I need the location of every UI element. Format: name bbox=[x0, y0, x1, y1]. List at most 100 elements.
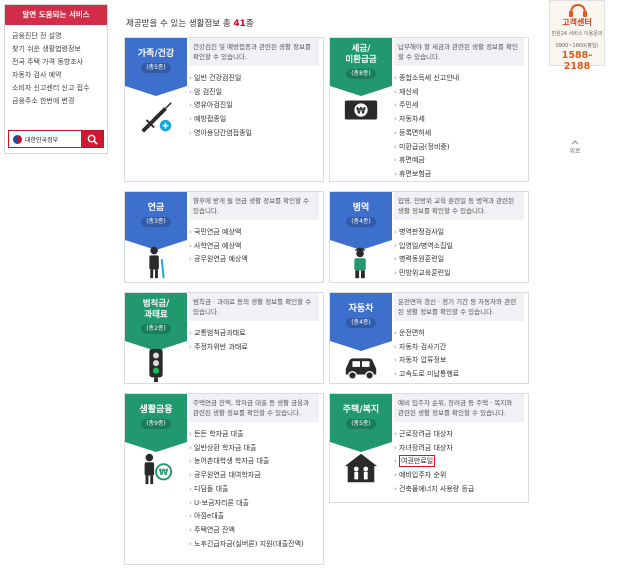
category-item-link[interactable]: 일반 건강검진일 bbox=[189, 72, 319, 86]
useful-service-link[interactable]: 자동차 검사 예약 bbox=[12, 69, 107, 82]
category-item-link[interactable]: 공무원연금 대여학자금 bbox=[189, 469, 319, 483]
category-item-link[interactable]: 자동차 압류정보 bbox=[394, 354, 524, 368]
category-item-link[interactable]: 자녀장려금 대상자 bbox=[394, 442, 524, 456]
category-item-link[interactable]: 일반상환 학자금 대출 bbox=[189, 442, 319, 456]
person-money-icon: ₩ bbox=[144, 453, 173, 485]
elderly-person-icon bbox=[149, 246, 165, 279]
svg-text:₩: ₩ bbox=[159, 468, 169, 478]
call-center-phone: 1588-2188 bbox=[561, 50, 593, 72]
useful-service-link[interactable]: 전국 주택 가격 동향조사 bbox=[12, 56, 107, 69]
category-item-list: 종합소득세 신고안내 재산세 주민세 자동차세 등록면허세 미환급금(정비중) … bbox=[394, 72, 524, 182]
category-item-link[interactable]: 입영일/병역소집일 bbox=[394, 240, 524, 254]
category-item-link[interactable]: 영유아검진일 bbox=[189, 99, 319, 113]
category-item-link[interactable]: 주민세 bbox=[394, 99, 524, 113]
category-item-link[interactable]: 공무원연금 예상액 bbox=[189, 253, 319, 267]
call-center-subtitle: 민원24 서비스 이용문의 bbox=[551, 31, 603, 37]
category-item-link[interactable]: 노후긴급자금(실버론) 지원(대출잔액) bbox=[189, 538, 319, 552]
traffic-light-icon bbox=[149, 348, 163, 383]
category-item-link[interactable]: 영아용당간염접종일 bbox=[189, 127, 319, 141]
category-item-link[interactable]: 고속도로 미납통행료 bbox=[394, 368, 524, 382]
category-item-link[interactable]: 휴면예금 bbox=[394, 154, 524, 168]
category-item-link[interactable]: 든든 학자금 대출 bbox=[189, 428, 319, 442]
useful-service-link[interactable]: 소비자 신고센터 신고 접수 bbox=[12, 82, 107, 95]
category-item-link[interactable]: 등록면허세 bbox=[394, 127, 524, 141]
category-card-family-health: 가족/건강 (총5종) 건강검진 및 예방접종과 관련된 생활 정보를 확인할 … bbox=[124, 37, 324, 182]
category-description: 납부해야 할 세금과 관련된 생활 정보를 확인할 수 있습니다. bbox=[394, 38, 524, 66]
house-family-icon bbox=[344, 453, 378, 483]
page-title: 제공받을 수 있는 생활정보 총 41종 bbox=[126, 19, 254, 29]
useful-service-link[interactable]: 금융진단 전 설명 bbox=[12, 30, 107, 43]
category-item-link[interactable]: 근로장려금 대상자 bbox=[394, 428, 524, 442]
category-card-housing-welfare: 주택/복지 (총5종) 예비 입주자 순위, 장려금 등 주택 · 복지와 관련… bbox=[329, 393, 529, 503]
category-item-link[interactable]: 재산세 bbox=[394, 86, 524, 100]
highlight-box: 여권만료일 bbox=[399, 455, 436, 468]
category-item-link[interactable]: 운전면허 bbox=[394, 327, 524, 341]
category-item-link[interactable]: 디딤돌 대출 bbox=[189, 483, 319, 497]
category-tag[interactable]: 가족/건강 (총5종) bbox=[125, 38, 187, 96]
category-item-link[interactable]: 자동차 검사기간 bbox=[394, 341, 524, 355]
useful-service-link[interactable]: 금융주소 한번에 변경 bbox=[12, 95, 107, 108]
total-count: 41 bbox=[233, 19, 246, 29]
syringe-icon bbox=[141, 102, 172, 133]
category-description: 범칙금 · 과태료 등의 생활 정보를 확인할 수 있습니다. bbox=[189, 293, 319, 321]
category-item-link[interactable]: 아낌e대출 bbox=[189, 510, 319, 524]
category-item-link[interactable]: 암 검진일 bbox=[189, 86, 319, 100]
category-tag[interactable]: 자동차 (총4종) bbox=[330, 293, 392, 351]
category-tag[interactable]: 주택/복지 (총5종) bbox=[330, 394, 392, 452]
money-icon: ₩ bbox=[344, 100, 378, 120]
category-card-fines: 범칙금/ 과태료 (총2종) 범칙금 · 과태료 등의 생활 정보를 확인할 수… bbox=[124, 292, 324, 384]
useful-services-panel: 알면 도움되는 서비스 금융진단 전 설명 찾기 쉬운 생활법령정보 전국 주택… bbox=[4, 4, 108, 154]
category-item-link[interactable]: 주정차위반 과태료 bbox=[189, 341, 319, 355]
category-tag[interactable]: 병역 (총4종) bbox=[330, 192, 392, 250]
scroll-top-link[interactable]: 위로 bbox=[560, 140, 590, 155]
category-item-link[interactable]: 병력동원훈련일 bbox=[394, 253, 524, 267]
category-item-link[interactable]: 건축물에너지 사용량 등급 bbox=[394, 483, 524, 497]
category-description: 향후에 받게 될 연금 생활 정보를 확인할 수 있습니다. bbox=[189, 192, 319, 220]
category-description: 입영, 민방위 교육 훈련일 등 병역과 관련된 생활 정보를 확인할 수 있습… bbox=[394, 192, 524, 220]
svg-text:₩: ₩ bbox=[356, 106, 366, 116]
headset-icon bbox=[569, 3, 587, 17]
category-item-link[interactable]: 교통범칙금과태료 bbox=[189, 327, 319, 341]
category-item-link[interactable]: U-보금자리론 대출 bbox=[189, 497, 319, 511]
category-item-link[interactable]: 주택연금 잔액 bbox=[189, 524, 319, 538]
category-item-link[interactable]: 미환급금(정비중) bbox=[394, 141, 524, 155]
gov-portal-banner[interactable]: 대한민국정부 bbox=[8, 130, 104, 148]
category-item-link[interactable]: 휴면보험금 bbox=[394, 168, 524, 182]
category-tag[interactable]: 생활금융 (총9종) bbox=[125, 394, 187, 452]
category-item-link[interactable]: 종합소득세 신고안내 bbox=[394, 72, 524, 86]
chevron-up-icon bbox=[571, 140, 579, 145]
category-description: 운전면허 갱신 · 정기 기간 등 자동차와 관련된 생활 정보를 확인할 수 … bbox=[394, 293, 524, 321]
taegeuk-icon bbox=[13, 134, 22, 144]
category-item-list: 든든 학자금 대출 일반상환 학자금 대출 농어촌대학생 학자금 대출 공무원연… bbox=[189, 428, 319, 551]
useful-services-list: 금융진단 전 설명 찾기 쉬운 생활법령정보 전국 주택 가격 동향조사 자동차… bbox=[5, 25, 107, 108]
useful-service-link[interactable]: 찾기 쉬운 생활법령정보 bbox=[12, 43, 107, 56]
car-icon bbox=[345, 358, 377, 380]
category-description: 주택연금 잔액, 학자금 대출 등 생활 금융과 관련된 생활 정보를 확인할 … bbox=[189, 394, 319, 422]
category-item-link[interactable]: 농어촌대학생 학자금 대출 bbox=[189, 455, 319, 469]
category-item-link[interactable]: 민방위교육훈련일 bbox=[394, 267, 524, 281]
category-card-pension: 연금 (총3종) 향후에 받게 될 연금 생활 정보를 확인할 수 있습니다. … bbox=[124, 191, 324, 283]
category-item-link[interactable]: 병역판정검사일 bbox=[394, 226, 524, 240]
category-item-link[interactable]: 예비입주자 순위 bbox=[394, 469, 524, 483]
gov-search-button[interactable] bbox=[81, 131, 103, 147]
category-item-list: 운전면허 자동차 검사기간 자동차 압류정보 고속도로 미납통행료 bbox=[394, 327, 524, 382]
useful-services-title: 알면 도움되는 서비스 bbox=[5, 5, 107, 25]
category-item-list: 병역판정검사일 입영일/병역소집일 병력동원훈련일 민방위교육훈련일 bbox=[394, 226, 524, 281]
category-description: 예비 입주자 순위, 장려금 등 주택 · 복지와 관련된 생활 정보를 확인할… bbox=[394, 394, 524, 422]
category-item-link[interactable]: 국민연금 예상액 bbox=[189, 226, 319, 240]
call-center-banner[interactable]: 고객센터 민원24 서비스 이용문의 0900~1800(평일) 1588-21… bbox=[549, 0, 605, 72]
category-item-link[interactable]: 자동차세 bbox=[394, 113, 524, 127]
category-item-link-highlighted[interactable]: 여권만료일 bbox=[394, 455, 524, 469]
category-item-list: 근로장려금 대상자 자녀장려금 대상자 여권만료일 예비입주자 순위 건축물에너… bbox=[394, 428, 524, 497]
category-item-list: 일반 건강검진일 암 검진일 영유아검진일 예방접종일 영아용당간염접종일 bbox=[189, 72, 319, 141]
category-item-link[interactable]: 사학연금 예상액 bbox=[189, 240, 319, 254]
category-tag[interactable]: 연금 (총3종) bbox=[125, 192, 187, 250]
category-tag[interactable]: 세금/ 미환급금 (총8종) bbox=[330, 38, 392, 96]
category-item-list: 교통범칙금과태료 주정차위반 과태료 bbox=[189, 327, 319, 354]
category-card-tax-refund: 세금/ 미환급금 (총8종) ₩ 납부해야 할 세금과 관련된 생활 정보를 확… bbox=[329, 37, 529, 182]
category-card-vehicle: 자동차 (총4종) 운전면허 갱신 · 정기 기간 등 자동차와 관련된 생활 … bbox=[329, 292, 529, 384]
category-item-link[interactable]: 예방접종일 bbox=[189, 113, 319, 127]
call-center-hours: 0900~1800(평일) bbox=[555, 43, 599, 49]
category-card-military: 병역 (총4종) 입영, 민방위 교육 훈련일 등 병역과 관련된 생활 정보를… bbox=[329, 191, 529, 283]
category-tag[interactable]: 범칙금/ 과태료 (총2종) bbox=[125, 293, 187, 351]
